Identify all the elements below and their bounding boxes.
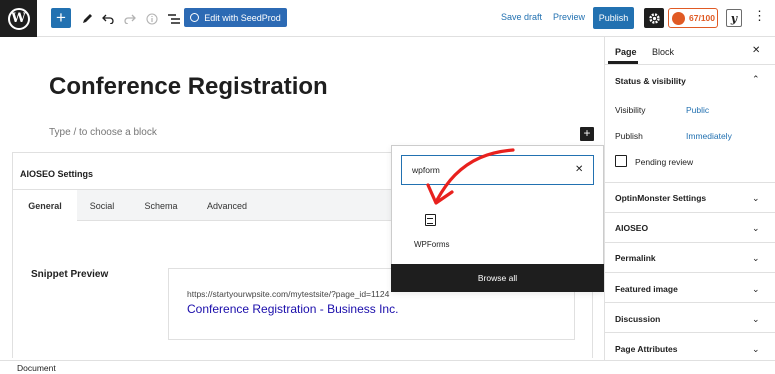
save-draft-button[interactable]: Save draft — [501, 12, 542, 22]
sidebar-divider — [605, 182, 775, 183]
chevron-up-icon[interactable]: ⌃ — [752, 74, 760, 85]
pending-review-label: Pending review — [635, 157, 694, 167]
publish-button[interactable]: Publish — [593, 7, 634, 29]
chevron-down-icon[interactable]: ⌄ — [752, 284, 760, 295]
info-icon[interactable] — [142, 9, 161, 28]
section-featured-image[interactable]: Featured image — [615, 284, 678, 294]
section-optinmonster[interactable]: OptinMonster Settings — [615, 193, 706, 203]
browse-all-button[interactable]: Browse all — [391, 264, 604, 292]
inline-add-block-button[interactable]: + — [580, 127, 594, 141]
chevron-down-icon[interactable]: ⌄ — [752, 314, 760, 325]
aioseo-icon — [672, 11, 685, 25]
wordpress-icon: W — [7, 7, 30, 30]
gear-icon — [648, 12, 660, 24]
publish-date-link[interactable]: Immediately — [686, 131, 732, 141]
snippet-title: Conference Registration - Business Inc. — [187, 302, 399, 316]
status-visibility-heading[interactable]: Status & visibility — [615, 76, 686, 86]
chevron-down-icon[interactable]: ⌄ — [752, 344, 760, 355]
chevron-down-icon[interactable]: ⌄ — [752, 253, 760, 264]
seedprod-icon — [190, 13, 200, 22]
list-view-icon[interactable] — [164, 9, 183, 28]
sidebar-divider — [605, 212, 775, 213]
edit-with-seedprod-button[interactable]: Edit with SeedProd — [184, 8, 287, 27]
wpforms-block-label: WPForms — [414, 240, 450, 249]
visibility-link[interactable]: Public — [686, 105, 709, 115]
publish-label: Publish — [615, 131, 643, 141]
tab-social[interactable]: Social — [77, 190, 127, 221]
section-aioseo[interactable]: AIOSEO — [615, 223, 648, 233]
snippet-preview-label: Snippet Preview — [31, 269, 109, 280]
seedprod-label: Edit with SeedProd — [204, 12, 281, 23]
tab-schema[interactable]: Schema — [131, 190, 191, 221]
breadcrumb[interactable]: Document — [17, 363, 56, 373]
add-block-button[interactable]: + — [51, 8, 71, 28]
editor-footer: Document — [0, 360, 775, 374]
aioseo-score: 67/100 — [689, 13, 715, 23]
sidebar-tab-block[interactable]: Block — [652, 47, 674, 57]
active-tab-indicator — [608, 61, 638, 64]
clear-search-icon[interactable]: ✕ — [575, 164, 583, 175]
section-permalink[interactable]: Permalink — [615, 253, 656, 263]
sidebar-tab-page[interactable]: Page — [615, 47, 637, 57]
section-discussion[interactable]: Discussion — [615, 314, 660, 324]
settings-button[interactable] — [644, 8, 664, 28]
undo-icon[interactable] — [98, 9, 117, 28]
close-sidebar-icon[interactable]: ✕ — [752, 45, 760, 56]
wpforms-icon — [425, 214, 436, 226]
visibility-label: Visibility — [615, 105, 646, 115]
section-page-attributes[interactable]: Page Attributes — [615, 344, 678, 354]
sidebar-divider — [605, 242, 775, 243]
wordpress-logo-button[interactable]: W — [0, 0, 37, 37]
chevron-down-icon[interactable]: ⌄ — [752, 193, 760, 204]
pending-review-checkbox[interactable] — [615, 155, 627, 167]
aioseo-settings-title: AIOSEO Settings — [20, 169, 94, 179]
sidebar-divider — [605, 332, 775, 333]
tab-general[interactable]: General — [13, 190, 77, 221]
sidebar-divider — [605, 272, 775, 273]
pencil-icon[interactable] — [78, 9, 97, 28]
yoast-icon[interactable]: y — [726, 9, 742, 27]
chevron-down-icon[interactable]: ⌄ — [752, 223, 760, 234]
aioseo-score-button[interactable]: 67/100 — [668, 8, 718, 28]
redo-icon[interactable] — [120, 9, 139, 28]
preview-button[interactable]: Preview — [553, 12, 585, 22]
tab-advanced[interactable]: Advanced — [195, 190, 259, 221]
snippet-url: https://startyourwpsite.com/mytestsite/?… — [187, 289, 390, 299]
more-options-icon[interactable]: ⋮ — [753, 9, 766, 22]
post-title[interactable]: Conference Registration — [49, 73, 328, 101]
sidebar-divider — [605, 302, 775, 303]
block-appender-prompt[interactable]: Type / to choose a block — [49, 127, 157, 138]
block-search-value: wpform — [412, 165, 440, 175]
